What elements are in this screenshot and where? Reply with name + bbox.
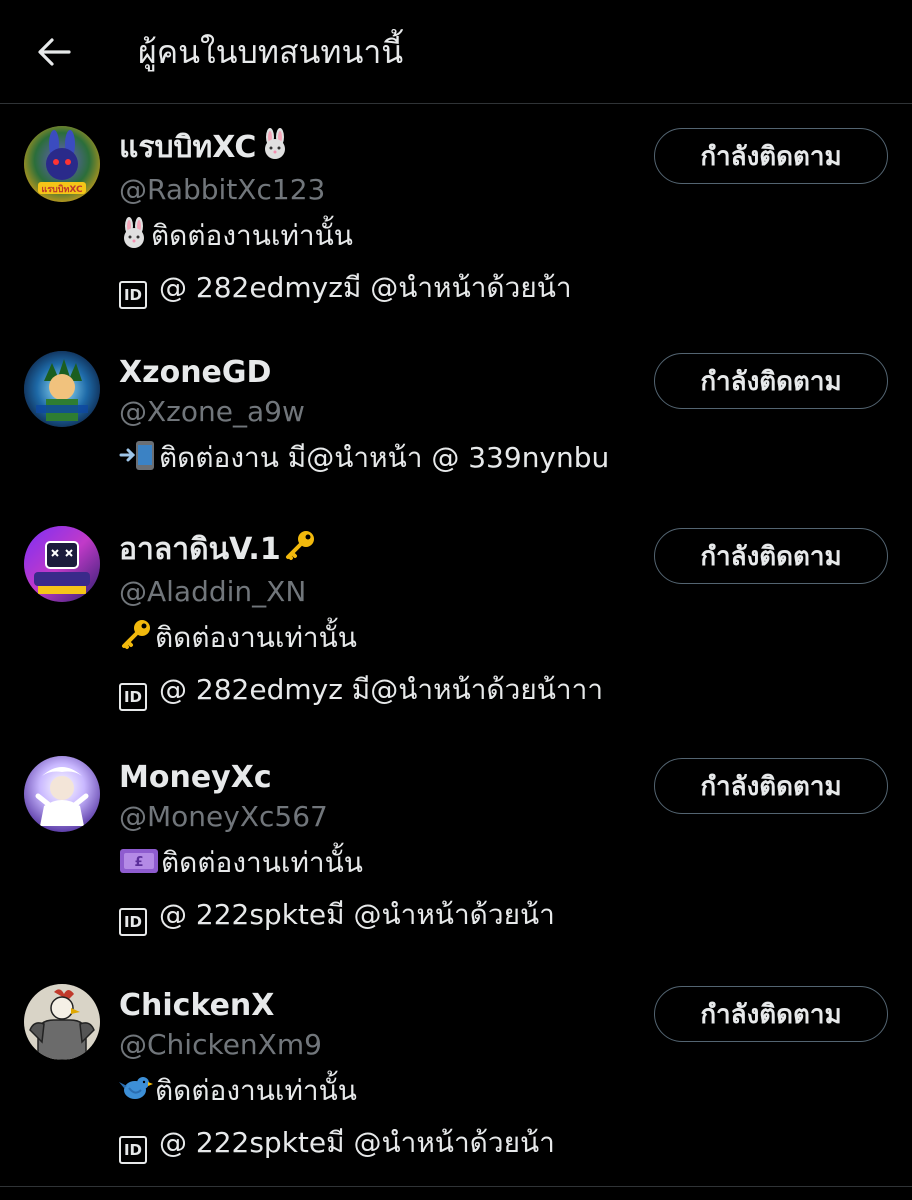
user-handle: @MoneyXc567: [119, 800, 328, 833]
user-cell[interactable]: อาลาดินV.1 @Aladdin_XN ติดต่องานเท่านั้น…: [0, 504, 912, 729]
bio-line: £ ติดต่องานเท่านั้น: [119, 840, 639, 890]
avatar[interactable]: [24, 756, 100, 832]
following-button[interactable]: กำลังติดตาม: [654, 528, 888, 584]
page-title: ผู้คนในบทสนทนานี้: [138, 33, 404, 71]
display-name: ChickenX: [119, 988, 275, 1023]
user-text: MoneyXc @MoneyXc567 £ ติดต่องานเท่านั้น …: [119, 758, 639, 938]
display-name: อาลาดินV.1: [119, 528, 639, 573]
mobile-arrow-icon: [119, 439, 157, 485]
user-cell[interactable]: แรบบิทXC แรบบิทXC @RabbitXc123 ติดต่องาน…: [0, 104, 912, 324]
bio-line: ติดต่องานเท่านั้น: [119, 1068, 639, 1118]
user-handle: @Xzone_a9w: [119, 395, 305, 428]
avatar[interactable]: แรบบิทXC: [24, 126, 100, 202]
user-text: ChickenX @ChickenXm9 ติดต่องานเท่านั้น I…: [119, 986, 639, 1166]
id-icon: ID: [119, 683, 147, 711]
following-button[interactable]: กำลังติดตาม: [654, 758, 888, 814]
avatar[interactable]: [24, 984, 100, 1060]
user-handle: @ChickenXm9: [119, 1028, 322, 1061]
pound-banknote-icon: £: [119, 844, 159, 890]
avatar[interactable]: [24, 351, 100, 427]
user-text: XzoneGD @Xzone_a9w ติดต่องาน มี@นำหน้า @…: [119, 353, 639, 485]
rabbit-face-icon: [119, 217, 149, 263]
bio-line: ติดต่องานเท่านั้น: [119, 615, 639, 665]
id-icon: ID: [119, 1136, 147, 1164]
top-app-bar: ผู้คนในบทสนทนานี้: [0, 0, 912, 104]
user-handle: @Aladdin_XN: [119, 575, 307, 608]
following-button[interactable]: กำลังติดตาม: [654, 986, 888, 1042]
bio-line: ติดต่องาน มี@นำหน้า @ 339nynbu: [119, 435, 639, 485]
id-icon: ID: [119, 908, 147, 936]
user-cell[interactable]: XzoneGD @Xzone_a9w ติดต่องาน มี@นำหน้า @…: [0, 329, 912, 504]
svg-text:£: £: [134, 855, 143, 870]
display-name: MoneyXc: [119, 760, 272, 795]
display-name: แรบบิทXC: [119, 128, 639, 171]
bio-line: ID @ 222spkteมี @นำหน้าด้วยน้า: [119, 892, 639, 938]
key-icon: [283, 528, 317, 573]
bio-line: ติดต่องานเท่านั้น: [119, 213, 639, 263]
following-button[interactable]: กำลังติดตาม: [654, 128, 888, 184]
bio-line: ID @ 282edmyz มี@นำหน้าด้วยน้าาา: [119, 667, 639, 713]
user-cell[interactable]: MoneyXc @MoneyXc567 £ ติดต่องานเท่านั้น …: [0, 734, 912, 959]
bio-line: ID @ 222spkteมี @นำหน้าด้วยน้า: [119, 1120, 639, 1166]
id-icon: ID: [119, 281, 147, 309]
user-text: อาลาดินV.1 @Aladdin_XN ติดต่องานเท่านั้น…: [119, 528, 639, 713]
divider: [0, 1186, 912, 1187]
key-icon: [119, 617, 153, 665]
back-button[interactable]: [30, 28, 78, 76]
blue-bird-icon: [119, 1072, 153, 1118]
user-text: แรบบิทXC @RabbitXc123 ติดต่องานเท่านั้น …: [119, 128, 639, 311]
bio-line: ID @ 282edmyzมี @นำหน้าด้วยน้า: [119, 265, 639, 311]
rabbit-face-icon: [260, 128, 290, 171]
avatar[interactable]: [24, 526, 100, 602]
arrow-left-icon: [38, 38, 71, 66]
user-cell[interactable]: ChickenX @ChickenXm9 ติดต่องานเท่านั้น I…: [0, 962, 912, 1187]
svg-text:แรบบิทXC: แรบบิทXC: [41, 184, 83, 195]
following-button[interactable]: กำลังติดตาม: [654, 353, 888, 409]
user-handle: @RabbitXc123: [119, 173, 326, 206]
display-name: XzoneGD: [119, 355, 272, 390]
